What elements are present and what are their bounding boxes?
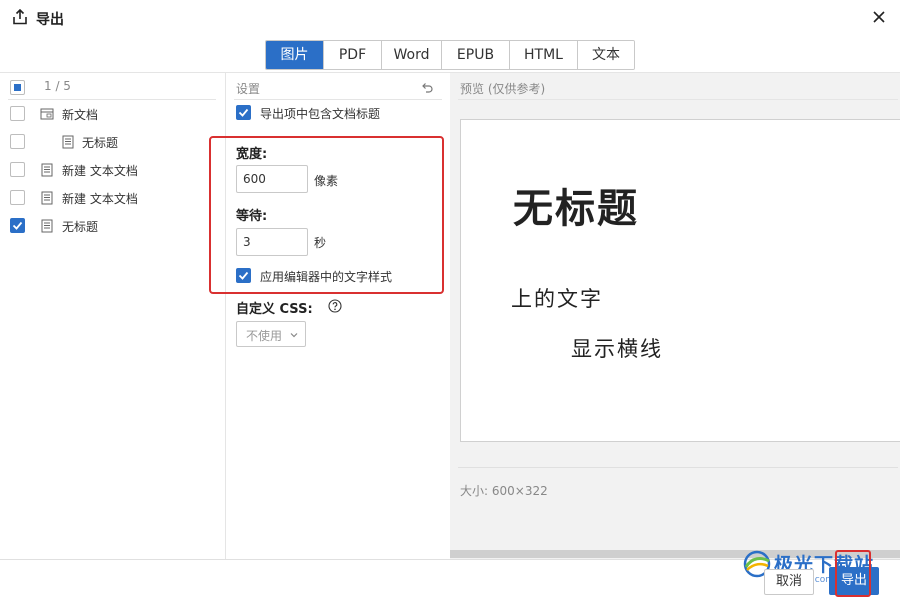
list-item[interactable]: 无标题	[0, 131, 220, 153]
wait-label: 等待:	[236, 209, 268, 224]
dialog-title: 导出	[36, 12, 64, 28]
dialog-header: 导出	[0, 0, 900, 38]
list-item[interactable]: 新文档	[0, 103, 220, 125]
export-dialog: 导出 图片 PDF Word EPUB HTML 文本 1 / 5 新文档 无标…	[0, 0, 900, 600]
list-item-label: 新建 文本文档	[62, 164, 138, 178]
width-unit: 像素	[314, 174, 339, 188]
custom-css-select-value: 不使用	[246, 329, 283, 343]
width-label: 宽度:	[236, 147, 268, 162]
chevron-down-icon	[290, 333, 298, 338]
folder-doc-icon	[40, 108, 54, 120]
settings-title: 设置	[236, 82, 261, 96]
preview-divider	[458, 99, 898, 100]
wait-unit: 秒	[314, 236, 327, 250]
width-input[interactable]	[236, 165, 308, 193]
list-item[interactable]: 新建 文本文档	[0, 159, 220, 181]
help-icon[interactable]	[328, 299, 342, 313]
cancel-button[interactable]: 取消	[764, 569, 814, 595]
select-all-checkbox[interactable]	[10, 80, 25, 95]
apply-style-label: 应用编辑器中的文字样式	[260, 270, 393, 284]
preview-canvas: 无标题 上的文字 显示横线	[460, 119, 900, 442]
list-divider	[8, 99, 216, 100]
checkmark-icon	[12, 221, 23, 230]
footer-divider	[0, 559, 900, 560]
list-item[interactable]: 新建 文本文档	[0, 187, 220, 209]
list-item-label: 新文档	[62, 108, 99, 122]
item-checkbox[interactable]	[10, 190, 25, 205]
preview-doc-title: 无标题	[513, 185, 639, 232]
custom-css-label: 自定义 CSS:	[236, 302, 313, 317]
export-button[interactable]: 导出	[829, 567, 879, 595]
checkmark-icon	[238, 271, 249, 280]
preview-size: 大小: 600×322	[460, 484, 548, 498]
tab-text[interactable]: 文本	[578, 41, 634, 69]
preview-line-1: 上的文字	[511, 287, 603, 311]
item-checkbox[interactable]	[10, 106, 25, 121]
apply-style-checkbox[interactable]	[236, 268, 251, 283]
list-item[interactable]: 无标题	[0, 215, 220, 237]
preview-title: 预览 (仅供参考)	[460, 82, 546, 96]
include-title-label: 导出项中包含文档标题	[260, 107, 381, 121]
format-tabs: 图片 PDF Word EPUB HTML 文本	[265, 40, 635, 70]
tab-pdf[interactable]: PDF	[324, 41, 382, 69]
tab-html[interactable]: HTML	[510, 41, 578, 69]
document-list-panel: 1 / 5 新文档 无标题 新建 文本文档 新建 文本文档 无标题	[0, 73, 226, 559]
settings-divider	[234, 99, 442, 100]
share-upload-icon	[13, 9, 27, 25]
selection-count: 1 / 5	[44, 79, 71, 93]
item-checkbox[interactable]	[10, 134, 25, 149]
document-icon	[41, 163, 53, 177]
list-item-label: 无标题	[62, 220, 99, 234]
horizontal-scrollbar[interactable]	[450, 550, 900, 558]
item-checkbox[interactable]	[10, 162, 25, 177]
document-icon	[41, 219, 53, 233]
preview-panel: 预览 (仅供参考) 无标题 上的文字 显示横线 大小: 600×322	[450, 73, 900, 559]
close-icon[interactable]	[870, 8, 888, 26]
item-checkbox[interactable]	[10, 218, 25, 233]
wait-input[interactable]	[236, 228, 308, 256]
undo-icon[interactable]	[420, 80, 434, 94]
document-icon	[41, 191, 53, 205]
preview-bottom-divider	[458, 467, 898, 468]
list-item-label: 无标题	[82, 136, 119, 150]
checkmark-icon	[238, 108, 249, 117]
tab-image[interactable]: 图片	[266, 41, 324, 69]
document-icon	[62, 135, 74, 149]
list-item-label: 新建 文本文档	[62, 192, 138, 206]
settings-panel: 设置 导出项中包含文档标题 宽度: 像素 等待: 秒 应用编辑器中的文字样式 自…	[209, 73, 450, 559]
preview-line-2: 显示横线	[571, 337, 663, 361]
custom-css-select[interactable]: 不使用	[236, 321, 306, 347]
tab-epub[interactable]: EPUB	[442, 41, 510, 69]
tab-word[interactable]: Word	[382, 41, 442, 69]
include-title-checkbox[interactable]	[236, 105, 251, 120]
